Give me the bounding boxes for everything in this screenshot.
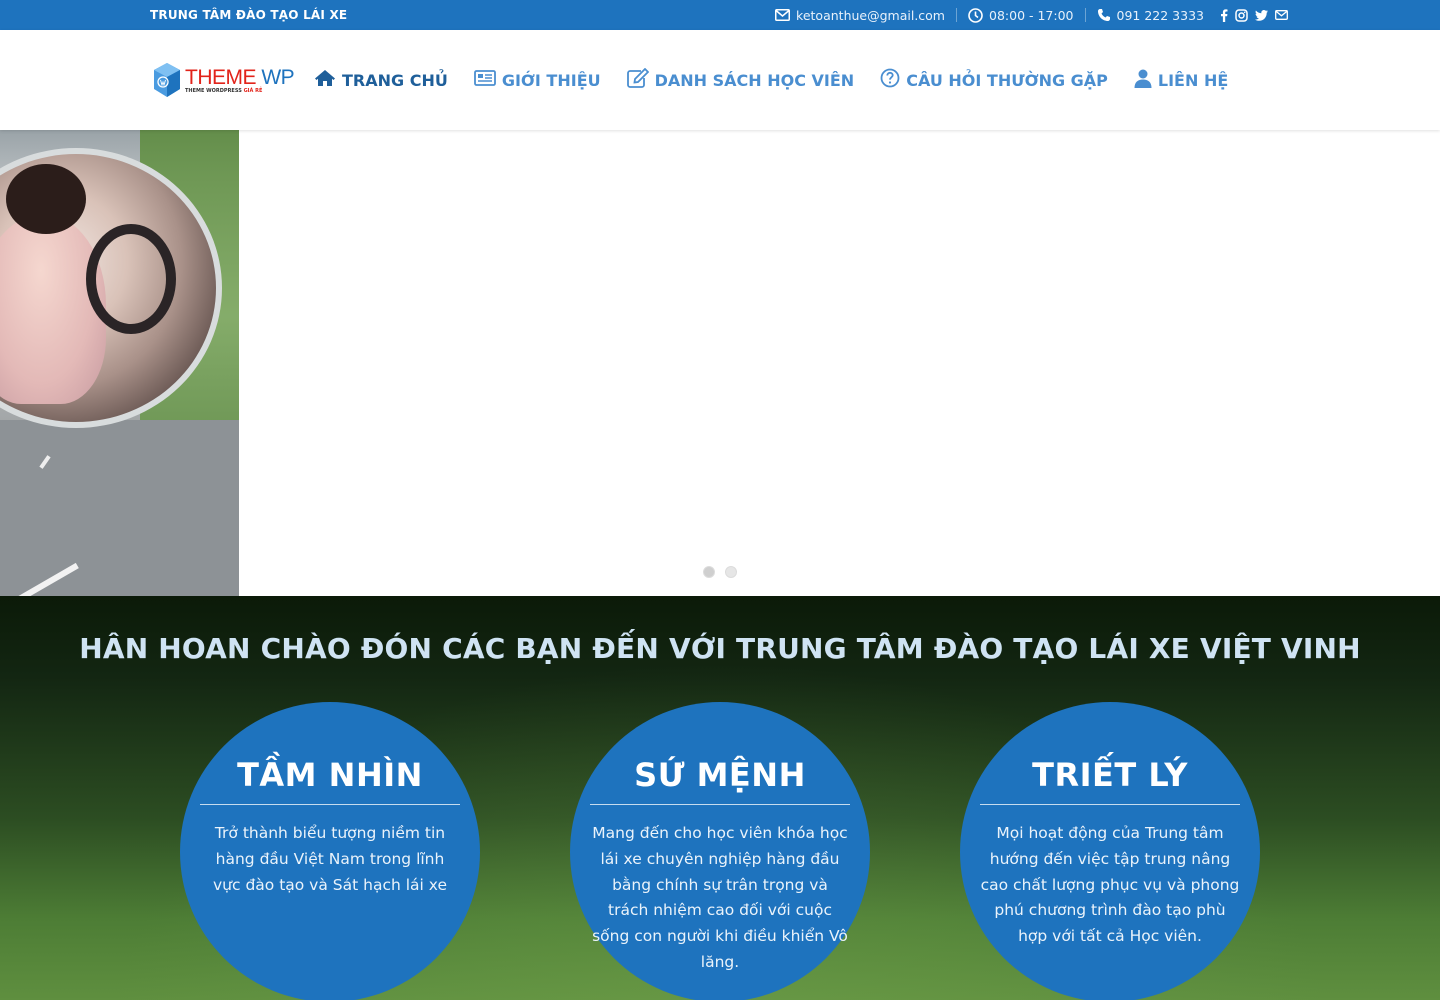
logo-text: THEME WP THEME WORDPRESS GIÁ RẺ	[185, 65, 295, 94]
card-body: Trở thành biểu tượng niềm tin hàng đầu V…	[213, 824, 447, 894]
main-nav: TRANG CHỦ GIỚI THIỆU DANH SÁCH HỌC VIÊN …	[314, 67, 1254, 92]
divider	[956, 8, 957, 22]
welcome-heading: HÂN HOAN CHÀO ĐÓN CÁC BẠN ĐẾN VỚI TRUNG …	[79, 632, 1361, 665]
mail-icon[interactable]	[1275, 10, 1288, 20]
slider-dots	[703, 566, 737, 578]
nav-item-cau-hoi-thuong-gap[interactable]: CÂU HỎI THƯỜNG GẶP	[880, 68, 1108, 92]
card-title: TRIẾT LÝ	[1032, 756, 1188, 794]
slide-image	[0, 130, 239, 596]
hours-text: 08:00 - 17:00	[989, 7, 1074, 23]
card-body: Mọi hoạt động của Trung tâm hướng đến vi…	[980, 824, 1240, 946]
logo-text-wp: WP	[261, 65, 295, 89]
nav-item-lien-he[interactable]: LIÊN HỆ	[1134, 68, 1228, 92]
hours-info: 08:00 - 17:00	[968, 8, 1074, 23]
email-link[interactable]: ketoanthue@gmail.com	[775, 8, 945, 23]
facebook-icon[interactable]	[1220, 8, 1228, 22]
nav-label: GIỚI THIỆU	[501, 70, 601, 90]
driver-figure	[0, 214, 106, 404]
clock-icon	[968, 7, 983, 23]
nav-label: CÂU HỎI THƯỜNG GẶP	[906, 70, 1108, 90]
nav-label: DANH SÁCH HỌC VIÊN	[654, 70, 855, 90]
newspaper-icon	[473, 70, 496, 90]
steering-wheel	[86, 224, 176, 334]
site-logo[interactable]: THEME WP THEME WORDPRESS GIÁ RẺ	[153, 62, 295, 98]
social-links	[1220, 8, 1288, 22]
nav-item-gioi-thieu[interactable]: GIỚI THIỆU	[473, 68, 601, 92]
slider-dot-2[interactable]	[725, 566, 737, 578]
site-header: THEME WP THEME WORDPRESS GIÁ RẺ TRANG CH…	[0, 30, 1440, 130]
instagram-icon[interactable]	[1235, 8, 1248, 22]
top-bar-contacts: ketoanthue@gmail.com 08:00 - 17:00 091 2…	[775, 0, 1288, 30]
slide-road	[0, 420, 239, 596]
logo-tagline-accent: GIÁ RẺ	[243, 87, 263, 94]
edit-icon	[626, 67, 649, 92]
card-title: SỨ MỆNH	[634, 756, 806, 794]
phone-icon	[1097, 8, 1111, 22]
phone-text: 091 222 3333	[1116, 7, 1204, 23]
phone-link[interactable]: 091 222 3333	[1097, 8, 1204, 23]
divider	[1084, 8, 1086, 22]
slider-dot-1[interactable]	[703, 566, 715, 578]
hero-slider[interactable]	[0, 130, 1440, 596]
card-divider	[980, 804, 1240, 805]
question-circle-icon	[880, 68, 900, 92]
user-icon	[1134, 69, 1152, 92]
welcome-section: HÂN HOAN CHÀO ĐÓN CÁC BẠN ĐẾN VỚI TRUNG …	[0, 596, 1440, 1000]
email-text: ketoanthue@gmail.com	[796, 7, 945, 23]
nav-item-trang-chu[interactable]: TRANG CHỦ	[314, 68, 448, 92]
card-divider	[200, 804, 460, 805]
nav-item-danh-sach-hoc-vien[interactable]: DANH SÁCH HỌC VIÊN	[626, 67, 855, 92]
logo-tagline: THEME WORDPRESS	[185, 87, 242, 94]
vision-card: TẦM NHÌN Trở thành biểu tượng niềm tin h…	[180, 702, 480, 1000]
home-icon	[314, 69, 336, 91]
driver-hair	[6, 164, 86, 234]
philosophy-card: TRIẾT LÝ Mọi hoạt động của Trung tâm hướ…	[960, 702, 1260, 1000]
logo-text-theme: THEME	[185, 65, 257, 89]
card-title: TẦM NHÌN	[237, 756, 423, 794]
card-divider	[590, 804, 850, 805]
nav-label: LIÊN HỆ	[1157, 70, 1229, 90]
envelope-icon	[775, 9, 791, 21]
logo-cube-icon	[154, 63, 180, 97]
nav-label: TRANG CHỦ	[342, 70, 448, 90]
card-body: Mang đến cho học viên khóa học lái xe ch…	[592, 824, 848, 971]
twitter-icon[interactable]	[1255, 9, 1268, 21]
mission-card: SỨ MỆNH Mang đến cho học viên khóa học l…	[570, 702, 870, 1000]
top-bar: TRUNG TÂM ĐÀO TẠO LÁI XE ketoanthue@gmai…	[0, 0, 1440, 30]
top-bar-brand: TRUNG TÂM ĐÀO TẠO LÁI XE	[150, 8, 348, 22]
